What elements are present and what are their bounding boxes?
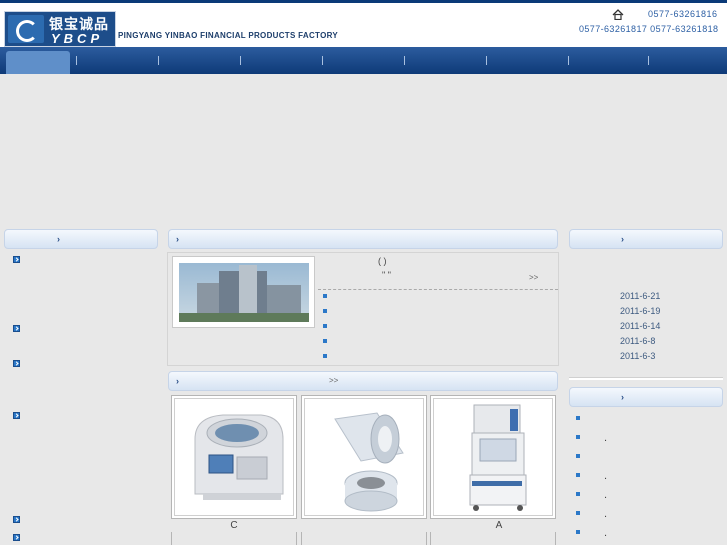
nav-separator [486,56,487,65]
trees-shape [179,313,309,322]
nav-separator [568,56,569,65]
products-arrow: › [176,376,179,386]
left-category-bullet-icon[interactable] [13,256,20,263]
products-header[interactable]: › >> [168,371,558,391]
list-item-text[interactable]: . [604,489,607,501]
logo-english-text: YBCP [51,31,104,46]
banding-tape-roll-image [334,412,404,512]
list-bullet [576,530,580,534]
news-intro-line2: " " [382,270,391,280]
main-navigation [0,47,727,74]
news-bullet [323,309,327,313]
product-card-bottom [301,532,427,545]
list-item-text[interactable]: . [604,432,607,444]
right-news-arrow: › [621,234,624,244]
news-bullet [323,324,327,328]
product-image [304,398,424,516]
news-date[interactable]: 2011-6-14 [620,321,660,331]
list-bullet [576,416,580,420]
news-intro-line1: ( ) [378,256,387,266]
home-icon[interactable] [612,9,624,20]
right-panel2-arrow: › [621,392,624,402]
product-card[interactable] [171,395,297,519]
list-bullet [576,435,580,439]
photo-image [179,263,309,322]
product-image [433,398,553,516]
product-image [174,398,294,516]
list-item-text[interactable]: . [604,470,607,482]
nav-separator [322,56,323,65]
news-date[interactable]: 2011-6-19 [620,306,660,316]
banding-machine-image [469,404,527,511]
right-news-header[interactable]: › [569,229,723,249]
product-card[interactable] [430,395,556,519]
list-item-text[interactable]: . [604,508,607,520]
list-bullet [576,454,580,458]
list-bullet [576,492,580,496]
right-panel-divider [569,377,723,380]
list-bullet [576,511,580,515]
company-english-name: PINGYANG YINBAO FINANCIAL PRODUCTS FACTO… [118,31,339,40]
product-caption[interactable]: C [171,520,297,531]
product-caption[interactable]: A [436,520,562,531]
news-date[interactable]: 2011-6-3 [620,351,655,361]
center-news-header[interactable]: › [168,229,558,249]
nav-separator [76,56,77,65]
left-panel-arrow: › [57,234,60,244]
counting-machine-image [194,414,284,500]
left-category-bullet-icon[interactable] [13,534,20,541]
left-category-bullet-icon[interactable] [13,412,20,419]
product-card-bottom [171,532,297,545]
phone-numbers-bottom: 0577-63261817 0577-63261818 [579,24,719,34]
list-item-text[interactable]: . [604,527,607,539]
news-bullet [323,354,327,358]
phone-number-top: 0577-63261816 [648,9,718,19]
banner-area [0,74,727,226]
nav-separator [240,56,241,65]
product-card-bottom [430,532,556,545]
left-category-bullet-icon[interactable] [13,360,20,367]
left-category-bullet-icon[interactable] [13,516,20,523]
product-card[interactable] [301,395,427,519]
news-more-link[interactable]: >> [529,273,538,282]
nav-separator [648,56,649,65]
nav-separator [158,56,159,65]
factory-building-photo[interactable] [172,256,315,328]
news-date[interactable]: 2011-6-8 [620,336,655,346]
list-bullet [576,473,580,477]
left-category-bullet-icon[interactable] [13,325,20,332]
nav-item-home[interactable] [6,51,70,74]
nav-separator [404,56,405,65]
logo-mark-icon [8,15,44,43]
center-news-arrow: › [176,234,179,244]
news-date[interactable]: 2011-6-21 [620,291,660,301]
news-bullet [323,339,327,343]
left-panel-header[interactable]: › [4,229,158,249]
header: 银宝诚品 YBCP PINGYANG YINBAO FINANCIAL PROD… [0,3,727,47]
news-bullet [323,294,327,298]
company-logo[interactable]: 银宝诚品 YBCP [4,11,116,47]
right-panel2-header[interactable]: › [569,387,723,407]
products-more-link[interactable]: >> [329,376,338,385]
news-divider [318,289,558,290]
